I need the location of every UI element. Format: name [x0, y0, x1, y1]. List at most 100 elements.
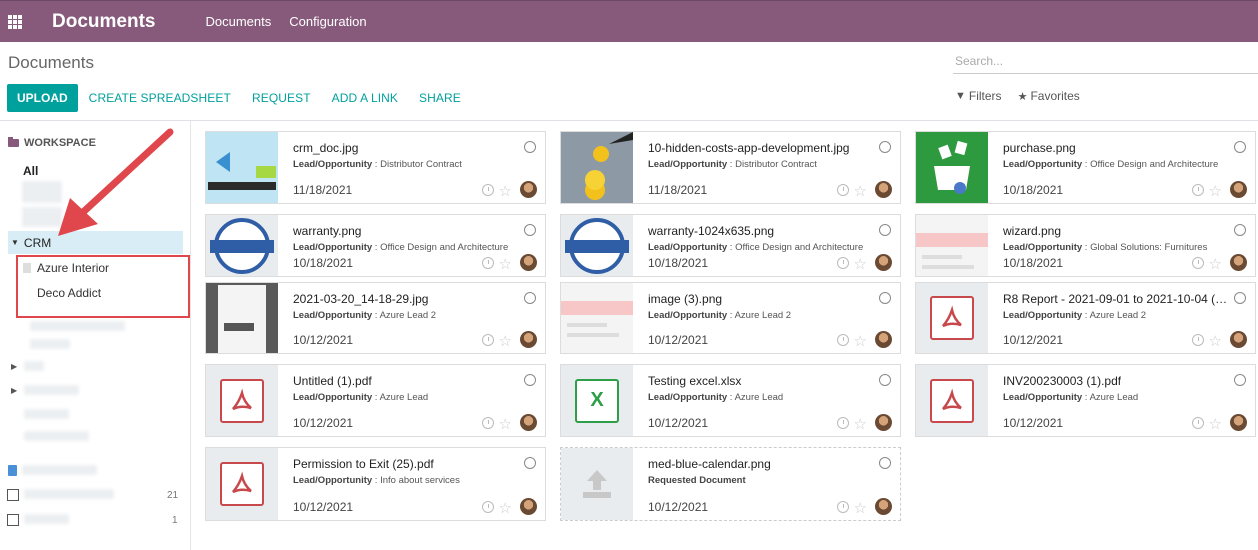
document-thumbnail[interactable] — [206, 448, 278, 520]
select-radio[interactable] — [1234, 224, 1246, 236]
favorite-star-icon[interactable]: ☆ — [1209, 334, 1222, 349]
document-card[interactable]: image (3).png Lead/Opportunity : Azure Le… — [560, 282, 901, 354]
caret-right-icon[interactable]: ▶ — [11, 362, 17, 371]
document-title[interactable]: R8 Report - 2021-09-01 to 2021-10-04 (3)… — [1003, 292, 1233, 306]
document-card[interactable]: crm_doc.jpg Lead/Opportunity : Distributo… — [205, 131, 546, 204]
activity-clock-icon[interactable] — [482, 184, 494, 196]
document-card[interactable]: Permission to Exit (25).pdf Lead/Opportun… — [205, 447, 546, 521]
document-card[interactable]: 10-hidden-costs-app-development.jpg Lead/… — [560, 131, 901, 204]
document-title[interactable]: crm_doc.jpg — [293, 141, 358, 155]
select-radio[interactable] — [1234, 141, 1246, 153]
add-link-button[interactable]: ADD A LINK — [332, 91, 398, 105]
activity-clock-icon[interactable] — [1192, 184, 1204, 196]
favorite-star-icon[interactable]: ☆ — [854, 417, 867, 432]
favorite-star-icon[interactable]: ☆ — [1209, 417, 1222, 432]
upload-button[interactable]: UPLOAD — [7, 84, 78, 112]
document-title[interactable]: Permission to Exit (25).pdf — [293, 457, 434, 471]
document-thumbnail[interactable] — [561, 283, 633, 353]
document-title[interactable]: purchase.png — [1003, 141, 1076, 155]
document-thumbnail[interactable] — [916, 132, 988, 203]
document-title[interactable]: warranty-1024x635.png — [648, 224, 774, 238]
activity-clock-icon[interactable] — [1192, 257, 1204, 269]
favorite-star-icon[interactable]: ☆ — [1209, 184, 1222, 199]
document-card[interactable]: wizard.png Lead/Opportunity : Global Solu… — [915, 214, 1256, 277]
favorite-star-icon[interactable]: ☆ — [499, 257, 512, 272]
filters-button[interactable]: ▼ Filters — [955, 89, 1002, 103]
workspace-all[interactable]: All — [23, 164, 38, 178]
apps-menu-icon[interactable] — [8, 15, 22, 29]
select-radio[interactable] — [524, 374, 536, 386]
activity-clock-icon[interactable] — [482, 501, 494, 513]
select-radio[interactable] — [1234, 374, 1246, 386]
document-thumbnail[interactable] — [916, 365, 988, 436]
share-button[interactable]: SHARE — [419, 91, 461, 105]
select-radio[interactable] — [1234, 292, 1246, 304]
document-thumbnail[interactable] — [206, 215, 278, 276]
document-title[interactable]: wizard.png — [1003, 224, 1061, 238]
favorite-star-icon[interactable]: ☆ — [499, 184, 512, 199]
activity-clock-icon[interactable] — [837, 257, 849, 269]
favorite-star-icon[interactable]: ☆ — [854, 501, 867, 516]
document-thumbnail[interactable] — [206, 365, 278, 436]
select-radio[interactable] — [524, 292, 536, 304]
tag-checkbox[interactable] — [7, 514, 19, 526]
activity-clock-icon[interactable] — [837, 501, 849, 513]
select-radio[interactable] — [524, 457, 536, 469]
favorite-star-icon[interactable]: ☆ — [499, 417, 512, 432]
favorite-star-icon[interactable]: ☆ — [854, 184, 867, 199]
document-card[interactable]: 2021-03-20_14-18-29.jpg Lead/Opportunity … — [205, 282, 546, 354]
document-title[interactable]: warranty.png — [293, 224, 361, 238]
favorite-star-icon[interactable]: ☆ — [854, 334, 867, 349]
activity-clock-icon[interactable] — [837, 417, 849, 429]
activity-clock-icon[interactable] — [482, 257, 494, 269]
select-radio[interactable] — [879, 457, 891, 469]
select-radio[interactable] — [879, 224, 891, 236]
document-title[interactable]: med-blue-calendar.png — [648, 457, 771, 471]
document-title[interactable]: Untitled (1).pdf — [293, 374, 372, 388]
document-card[interactable]: INV200230003 (1).pdf Lead/Opportunity : A… — [915, 364, 1256, 437]
tag-checkbox[interactable] — [7, 489, 19, 501]
document-card[interactable]: med-blue-calendar.png Requested Document 1… — [560, 447, 901, 521]
favorites-button[interactable]: ★ Favorites — [1018, 89, 1080, 103]
app-brand[interactable]: Documents — [52, 11, 155, 33]
select-radio[interactable] — [879, 292, 891, 304]
search-input[interactable]: Search... — [953, 50, 1258, 74]
document-thumbnail[interactable] — [561, 448, 633, 520]
menu-documents[interactable]: Documents — [205, 14, 271, 29]
document-card[interactable]: warranty-1024x635.png Lead/Opportunity : … — [560, 214, 901, 277]
select-radio[interactable] — [879, 374, 891, 386]
create-spreadsheet-button[interactable]: CREATE SPREADSHEET — [89, 91, 231, 105]
request-button[interactable]: REQUEST — [252, 91, 311, 105]
activity-clock-icon[interactable] — [482, 417, 494, 429]
document-thumbnail[interactable] — [561, 215, 633, 276]
favorite-star-icon[interactable]: ☆ — [499, 501, 512, 516]
select-radio[interactable] — [879, 141, 891, 153]
favorite-star-icon[interactable]: ☆ — [1209, 257, 1222, 272]
select-radio[interactable] — [524, 224, 536, 236]
document-title[interactable]: Testing excel.xlsx — [648, 374, 741, 388]
document-thumbnail[interactable]: X — [561, 365, 633, 436]
document-card[interactable]: R8 Report - 2021-09-01 to 2021-10-04 (3)… — [915, 282, 1256, 354]
favorite-star-icon[interactable]: ☆ — [499, 334, 512, 349]
document-thumbnail[interactable] — [561, 132, 633, 203]
document-card[interactable]: warranty.png Lead/Opportunity : Office De… — [205, 214, 546, 277]
menu-configuration[interactable]: Configuration — [289, 14, 366, 29]
document-card[interactable]: X Testing excel.xlsx Lead/Opportunity : Az… — [560, 364, 901, 437]
document-title[interactable]: 10-hidden-costs-app-development.jpg — [648, 141, 849, 155]
activity-clock-icon[interactable] — [1192, 417, 1204, 429]
document-thumbnail[interactable] — [206, 283, 278, 353]
activity-clock-icon[interactable] — [1192, 334, 1204, 346]
document-title[interactable]: INV200230003 (1).pdf — [1003, 374, 1121, 388]
document-title[interactable]: 2021-03-20_14-18-29.jpg — [293, 292, 428, 306]
caret-right-icon[interactable]: ▶ — [11, 386, 17, 395]
activity-clock-icon[interactable] — [837, 184, 849, 196]
document-thumbnail[interactable] — [916, 215, 988, 276]
document-card[interactable]: Untitled (1).pdf Lead/Opportunity : Azure… — [205, 364, 546, 437]
document-thumbnail[interactable] — [206, 132, 278, 203]
favorite-star-icon[interactable]: ☆ — [854, 257, 867, 272]
select-radio[interactable] — [524, 141, 536, 153]
activity-clock-icon[interactable] — [837, 334, 849, 346]
document-thumbnail[interactable] — [916, 283, 988, 353]
document-title[interactable]: image (3).png — [648, 292, 722, 306]
document-card[interactable]: purchase.png Lead/Opportunity : Office De… — [915, 131, 1256, 204]
